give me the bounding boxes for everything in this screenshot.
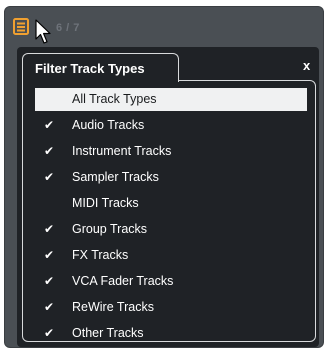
track-type-item[interactable]: ✔ VCA Fader Tracks: [35, 270, 307, 293]
checkmark-icon: ✔: [44, 300, 55, 314]
checkmark-icon: ✔: [44, 118, 55, 132]
popup-body: All Track Types ✔ Audio Tracks ✔ Instrument …: [22, 80, 316, 342]
visible-track-count: 6 / 7: [56, 22, 80, 34]
track-type-label: Group Tracks: [72, 222, 148, 236]
track-type-label: Other Tracks: [72, 326, 144, 340]
track-type-label: Sampler Tracks: [72, 170, 159, 184]
checkmark-icon: ✔: [44, 248, 55, 262]
track-type-item[interactable]: MIDI Tracks: [35, 192, 307, 215]
track-type-item[interactable]: ✔ Group Tracks: [35, 218, 307, 241]
track-type-item[interactable]: ✔ Instrument Tracks: [35, 140, 307, 163]
track-type-label: VCA Fader Tracks: [72, 274, 174, 288]
checkmark-icon: ✔: [44, 274, 55, 288]
track-list-panel: 6 / 7 Filter Track Types x All Track Typ…: [5, 7, 323, 347]
track-type-label: Instrument Tracks: [72, 144, 172, 158]
track-type-label: ReWire Tracks: [72, 300, 154, 314]
checkmark-icon: ✔: [44, 144, 55, 158]
close-button[interactable]: x: [303, 58, 310, 73]
checkmark-icon: ✔: [44, 326, 55, 340]
track-type-item[interactable]: ✔ FX Tracks: [35, 244, 307, 267]
checkmark-icon: ✔: [44, 222, 55, 236]
track-type-item[interactable]: ✔ Other Tracks: [35, 322, 307, 345]
track-type-label: All Track Types: [72, 92, 157, 106]
checkmark-icon: ✔: [44, 170, 55, 184]
track-type-item[interactable]: ✔ ReWire Tracks: [35, 296, 307, 319]
mouse-cursor-icon: [35, 19, 55, 46]
popup-tab: Filter Track Types: [22, 53, 179, 82]
tab-joiner: [23, 79, 178, 82]
popup-title: Filter Track Types: [35, 61, 145, 76]
filter-track-types-icon[interactable]: [13, 18, 29, 35]
filter-track-types-popup: Filter Track Types x All Track Types ✔ Aud…: [17, 47, 319, 347]
track-type-item[interactable]: All Track Types: [35, 88, 307, 111]
track-type-item[interactable]: ✔ Sampler Tracks: [35, 166, 307, 189]
track-type-label: Audio Tracks: [72, 118, 145, 132]
track-type-label: FX Tracks: [72, 248, 129, 262]
track-type-item[interactable]: ✔ Audio Tracks: [35, 114, 307, 137]
track-type-label: MIDI Tracks: [72, 196, 139, 210]
